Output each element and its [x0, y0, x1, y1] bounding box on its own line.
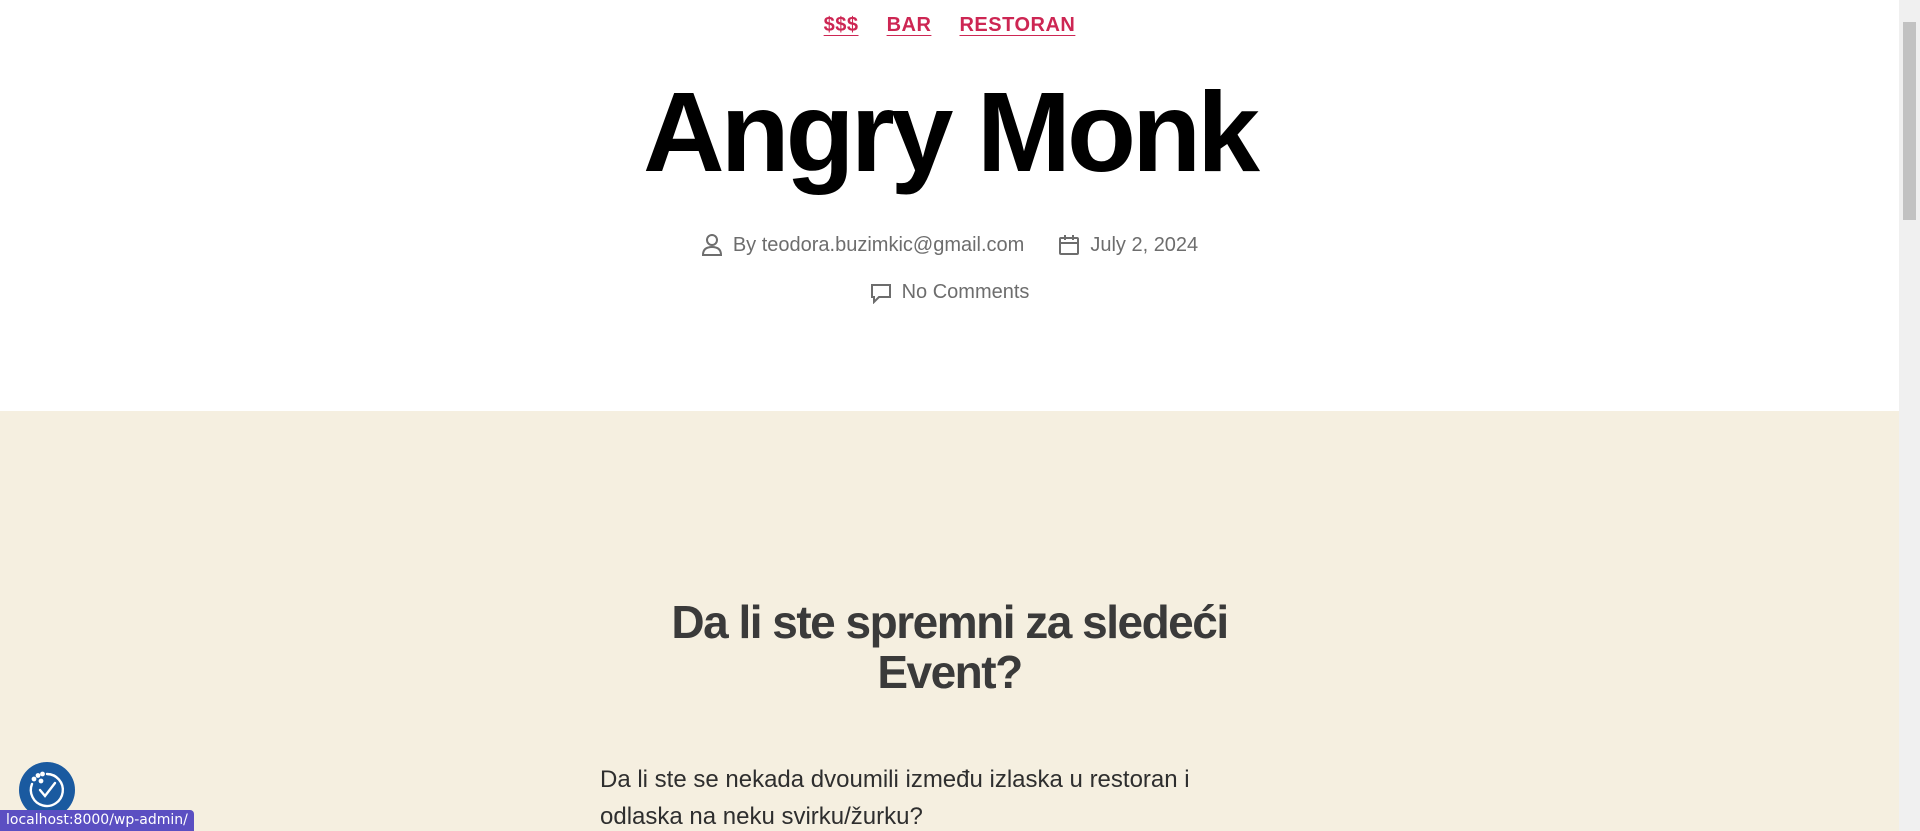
- content-paragraph: Da li ste se nekada dvoumili između izla…: [600, 761, 1260, 831]
- content-heading-line2: Event?: [877, 646, 1023, 698]
- post-author-link[interactable]: By teodora.buzimkic@gmail.com: [733, 234, 1025, 257]
- status-bar-url: localhost:8000/wp-admin/: [0, 810, 194, 831]
- category-link-restoran[interactable]: RESTORAN: [959, 14, 1075, 36]
- content-heading: Da li ste spremni za sledeći Event?: [0, 597, 1899, 697]
- post-meta-comments: No Comments: [0, 281, 1899, 304]
- content-heading-line1: Da li ste spremni za sledeći: [671, 596, 1229, 648]
- comment-icon: [870, 283, 891, 304]
- post-content: Da li ste spremni za sledeći Event? Da l…: [0, 411, 1899, 831]
- scrollbar-thumb[interactable]: [1903, 22, 1916, 220]
- post-comments-link[interactable]: No Comments: [902, 281, 1030, 304]
- post-date: July 2, 2024: [1058, 234, 1198, 257]
- accessibility-icon: [29, 771, 64, 808]
- post-author: By teodora.buzimkic@gmail.com: [701, 233, 1025, 257]
- user-icon: [701, 234, 722, 256]
- post-comments: No Comments: [870, 281, 1030, 304]
- content-paragraph-line1: Da li ste se nekada dvoumili između izla…: [600, 766, 1190, 793]
- post-header: $$$ BAR RESTORAN Angry Monk By teodora.b…: [0, 0, 1899, 411]
- post-title: Angry Monk: [643, 69, 1260, 195]
- category-link-price[interactable]: $$$: [824, 14, 859, 36]
- calendar-icon: [1059, 235, 1080, 255]
- category-list: $$$ BAR RESTORAN: [0, 14, 1899, 37]
- page: $$$ BAR RESTORAN Angry Monk By teodora.b…: [0, 0, 1920, 831]
- category-link-bar[interactable]: BAR: [887, 14, 932, 36]
- vertical-scrollbar[interactable]: [1899, 0, 1920, 831]
- content-paragraph-line2: odlaska na neku svirku/žurku?: [600, 803, 923, 830]
- post-date-link[interactable]: July 2, 2024: [1090, 234, 1198, 257]
- post-meta: By teodora.buzimkic@gmail.com July 2, 20…: [0, 233, 1899, 257]
